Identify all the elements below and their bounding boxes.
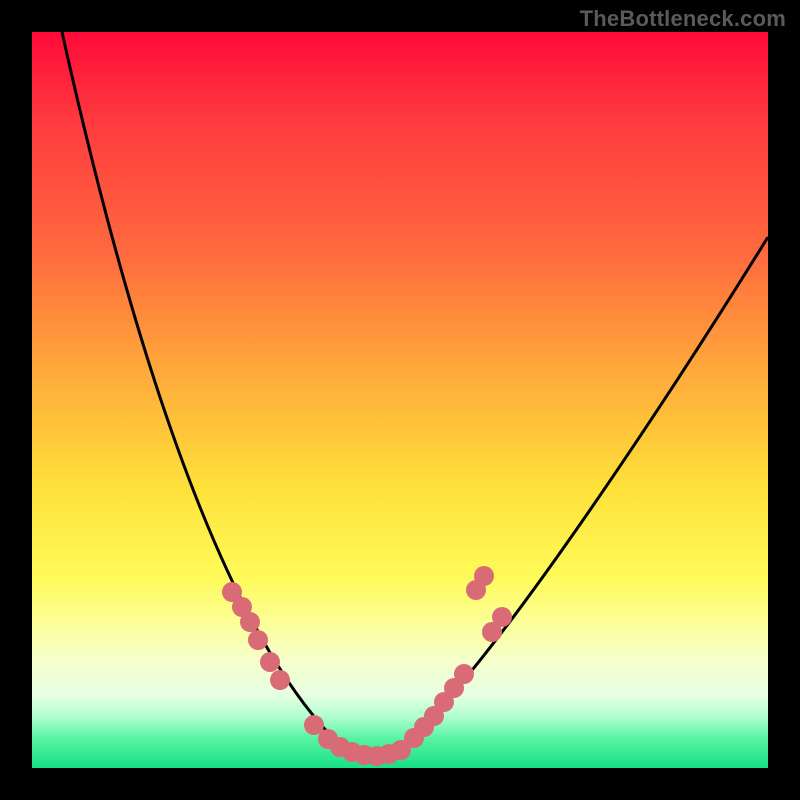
data-point: [270, 670, 290, 690]
data-point: [492, 607, 512, 627]
data-point: [260, 652, 280, 672]
chart-frame: TheBottleneck.com: [0, 0, 800, 800]
data-point: [474, 566, 494, 586]
marker-group: [222, 566, 512, 766]
bottleneck-curve: [32, 32, 768, 768]
data-point: [454, 664, 474, 684]
watermark-label: TheBottleneck.com: [580, 6, 786, 32]
data-point: [240, 612, 260, 632]
plot-area: [32, 32, 768, 768]
data-point: [248, 630, 268, 650]
curve-path: [62, 32, 768, 751]
